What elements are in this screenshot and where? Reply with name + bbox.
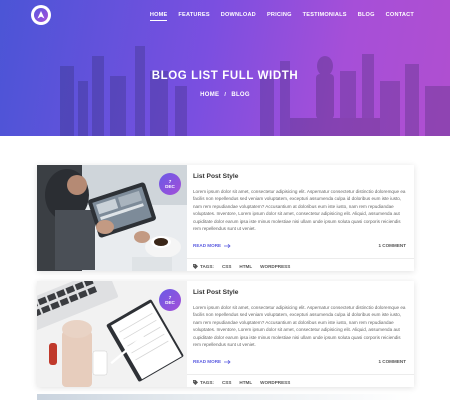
date-badge: 7 DEC (159, 173, 181, 195)
logo-icon[interactable] (31, 5, 51, 25)
tags-label-text: TAGS: (200, 264, 214, 269)
next-post-thumbnail-peek (37, 394, 414, 400)
post-body: List Post Style Lorem ipsum dolor sit am… (187, 165, 414, 271)
tags-label-text: TAGS: (200, 380, 214, 385)
breadcrumb: HOME / BLOG (0, 92, 450, 98)
read-more-label: READ MORE (193, 243, 222, 248)
blog-post-card: 7 DEC List Post Style Lorem ipsum dolor … (37, 165, 414, 271)
tag-icon (193, 380, 198, 385)
breadcrumb-current: BLOG (231, 92, 250, 98)
post-thumbnail-image[interactable]: 7 DEC (37, 165, 187, 271)
tag-html[interactable]: HTML (239, 264, 252, 269)
date-badge: 7 DEC (159, 289, 181, 311)
tag-css[interactable]: CSS (222, 380, 231, 385)
nav-menu: HOME FEATURES DOWNLOAD PRICING TESTIMONI… (149, 12, 414, 21)
tags-label: TAGS: (193, 380, 214, 385)
tag-css[interactable]: CSS (222, 264, 231, 269)
post-thumbnail-image[interactable]: 7 DEC (37, 281, 187, 387)
date-month: DEC (165, 184, 175, 189)
nav-item-home[interactable]: HOME (149, 12, 168, 21)
top-navigation: HOME FEATURES DOWNLOAD PRICING TESTIMONI… (0, 0, 450, 32)
tag-icon (193, 264, 198, 269)
tag-wordpress[interactable]: WORDPRESS (260, 264, 290, 269)
arrow-right-icon (224, 243, 231, 248)
post-meta: READ MORE 1 COMMENT (193, 243, 406, 248)
tag-wordpress[interactable]: WORDPRESS (260, 380, 290, 385)
read-more-label: READ MORE (193, 359, 222, 364)
nav-item-blog[interactable]: BLOG (358, 12, 375, 21)
comments-link[interactable]: 1 COMMENT (378, 243, 406, 248)
page-title: BLOG LIST FULL WIDTH (151, 70, 299, 82)
nav-item-pricing[interactable]: PRICING (267, 12, 292, 21)
breadcrumb-home-link[interactable]: HOME (200, 92, 219, 98)
tag-html[interactable]: HTML (239, 380, 252, 385)
post-title[interactable]: List Post Style (193, 173, 406, 180)
post-body: List Post Style Lorem ipsum dolor sit am… (187, 281, 414, 387)
nav-item-download[interactable]: DOWNLOAD (221, 12, 256, 21)
nav-item-features[interactable]: FEATURES (178, 12, 209, 21)
post-title[interactable]: List Post Style (193, 289, 406, 296)
nav-item-contact[interactable]: CONTACT (386, 12, 414, 21)
tags-row: TAGS: CSS HTML WORDPRESS (187, 374, 414, 387)
post-excerpt: Lorem ipsum dolor sit amet, consectetur … (193, 305, 406, 348)
arrow-right-icon (224, 359, 231, 364)
breadcrumb-separator: / (224, 92, 227, 98)
read-more-link[interactable]: READ MORE (193, 359, 231, 364)
nav-item-testimonials[interactable]: TESTIMONIALS (303, 12, 347, 21)
read-more-link[interactable]: READ MORE (193, 243, 231, 248)
post-meta: READ MORE 1 COMMENT (193, 359, 406, 364)
date-month: DEC (165, 300, 175, 305)
comments-link[interactable]: 1 COMMENT (378, 359, 406, 364)
tags-row: TAGS: CSS HTML WORDPRESS (187, 258, 414, 271)
hero-banner: HOME FEATURES DOWNLOAD PRICING TESTIMONI… (0, 0, 450, 136)
blog-post-card: 7 DEC List Post Style Lorem ipsum dolor … (37, 281, 414, 387)
tags-label: TAGS: (193, 264, 214, 269)
post-excerpt: Lorem ipsum dolor sit amet, consectetur … (193, 189, 406, 232)
